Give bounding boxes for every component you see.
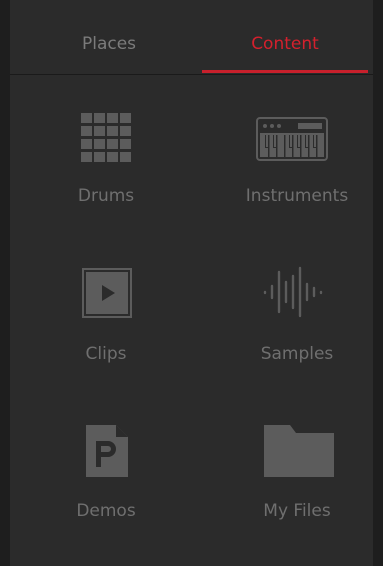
demo-document-icon: [86, 425, 128, 477]
drum-pads-icon: [81, 113, 131, 162]
tile-samples[interactable]: Samples: [192, 250, 372, 400]
tile-label-my-files: My Files: [263, 501, 331, 521]
waveform-icon: [263, 266, 323, 318]
keyboard-icon: [256, 117, 328, 161]
tile-demos[interactable]: Demos: [16, 405, 196, 555]
tile-clips[interactable]: Clips: [16, 250, 196, 400]
tab-bar: Places Content: [10, 0, 373, 75]
tab-places[interactable]: Places: [10, 0, 208, 74]
tab-content[interactable]: Content: [202, 0, 368, 74]
tile-label-demos: Demos: [76, 501, 136, 521]
folder-icon: [264, 425, 334, 477]
tile-label-drums: Drums: [77, 186, 135, 206]
clip-play-icon: [82, 268, 132, 318]
tile-my-files[interactable]: My Files: [192, 405, 372, 555]
tile-drums[interactable]: Drums: [16, 100, 196, 250]
tile-label-samples: Samples: [260, 344, 334, 364]
tile-instruments[interactable]: Instruments: [192, 100, 372, 250]
active-tab-indicator: [202, 70, 368, 73]
content-browser-panel: Places Content Drums Instruments Clips S…: [10, 0, 373, 566]
tile-label-instruments: Instruments: [245, 186, 349, 206]
tile-label-clips: Clips: [85, 344, 127, 364]
